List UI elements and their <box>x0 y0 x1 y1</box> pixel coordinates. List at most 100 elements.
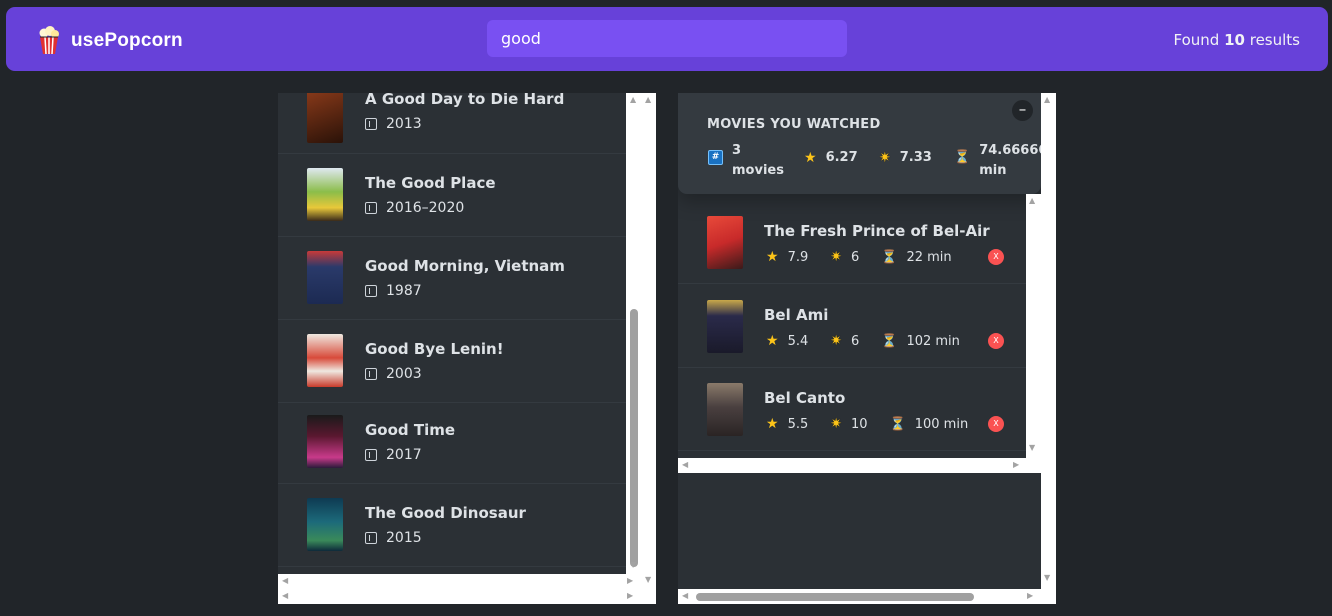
movie-poster <box>707 300 743 353</box>
scroll-right-icon[interactable]: ▶ <box>627 577 633 585</box>
runtime: ⏳ 102 min <box>881 333 960 349</box>
hourglass-icon: ⏳ <box>881 249 898 265</box>
scroll-up-icon[interactable]: ▲ <box>645 96 651 104</box>
list-item[interactable]: Good Bye Lenin! 2003 <box>278 320 626 403</box>
movie-title: Bel Ami <box>764 306 829 324</box>
box-h-scrollbar[interactable]: ◀ ▶ <box>278 589 656 604</box>
watched-item[interactable]: The Fresh Prince of Bel-Air ★ 7.9 ✷ 6 ⏳ 22 … <box>678 201 1026 284</box>
box-scrollbar[interactable]: ▼ <box>1041 194 1056 589</box>
watched-list-h-scrollbar[interactable]: ◀ ▶ <box>678 458 1041 473</box>
hourglass-icon: ⏳ <box>954 150 971 165</box>
movie-poster <box>307 498 343 551</box>
movie-poster <box>307 168 343 221</box>
movie-title: The Fresh Prince of Bel-Air <box>764 222 990 240</box>
star-icon: ★ <box>766 416 779 432</box>
scroll-left-icon[interactable]: ◀ <box>282 592 288 600</box>
glowing-star-icon: ✷ <box>830 249 842 265</box>
glowing-star-icon: ✷ <box>830 416 842 432</box>
movie-poster <box>307 251 343 304</box>
hash-icon: # <box>708 150 723 165</box>
delete-button[interactable]: X <box>988 416 1004 432</box>
list-item[interactable]: Good Time 2017 <box>278 401 626 484</box>
summary-title: MOVIES YOU WATCHED <box>707 117 881 132</box>
hourglass-icon: ⏳ <box>889 416 906 432</box>
list-item[interactable]: The Good Dinosaur 2015 <box>278 484 626 567</box>
scroll-down-icon[interactable]: ▼ <box>1029 444 1035 452</box>
scrollbar-thumb[interactable] <box>696 593 974 601</box>
list-h-scrollbar[interactable]: ◀ ▶ <box>278 574 642 589</box>
scroll-up-icon[interactable]: ▲ <box>1029 197 1035 205</box>
movie-poster <box>707 216 743 269</box>
scroll-right-icon[interactable]: ▶ <box>1027 592 1033 600</box>
movie-title: The Good Place <box>365 174 496 192</box>
movie-poster <box>307 93 343 143</box>
scroll-down-icon[interactable]: ▼ <box>1044 574 1050 582</box>
scroll-down-icon[interactable]: ▼ <box>645 576 651 584</box>
glowing-star-icon: ✷ <box>830 333 842 349</box>
calendar-icon <box>365 449 377 461</box>
scroll-down-icon[interactable]: ▼ <box>630 561 636 569</box>
scroll-up-icon[interactable]: ▲ <box>1044 96 1050 104</box>
scroll-left-icon[interactable]: ◀ <box>682 461 688 469</box>
movie-poster <box>307 334 343 387</box>
movie-title: Bel Canto <box>764 389 846 407</box>
scroll-up-icon[interactable]: ▲ <box>630 96 636 104</box>
movie-poster <box>707 383 743 436</box>
movie-year: 1987 <box>365 283 422 299</box>
watched-list-scrollbar[interactable]: ▲ ▼ <box>1026 194 1041 458</box>
stat-avg-user: ✷ 7.33 <box>879 150 932 166</box>
stat-avg-imdb: ★ 6.27 <box>804 150 858 166</box>
scroll-left-icon[interactable]: ◀ <box>282 577 288 585</box>
calendar-icon <box>365 202 377 214</box>
user-rating: ✷ 6 <box>830 249 860 265</box>
stat-movies-count: # 3 movies <box>708 141 784 181</box>
watched-box[interactable]: MOVIES YOU WATCHED # 3 movies ★ 6.27 ✷ 7.… <box>678 93 1056 604</box>
movie-title: Good Time <box>365 421 456 439</box>
logo: usePopcorn <box>36 26 183 56</box>
calendar-icon <box>365 532 377 544</box>
scrollbar-thumb[interactable] <box>630 309 638 567</box>
summary-scrollbar[interactable]: ▲ <box>1041 93 1056 194</box>
watched-item[interactable]: Bel Canto ★ 5.5 ✷ 10 ⏳ 100 min X <box>678 368 1026 451</box>
results-number: 10 <box>1224 31 1245 49</box>
calendar-icon <box>365 285 377 297</box>
delete-button[interactable]: X <box>988 333 1004 349</box>
box-h-scrollbar[interactable]: ◀ ▶ <box>678 589 1056 604</box>
box-scrollbar[interactable]: ▲ ▼ <box>642 93 656 589</box>
movie-stats: ★ 5.4 ✷ 6 ⏳ 102 min <box>766 333 982 349</box>
imdb-rating: ★ 7.9 <box>766 249 809 265</box>
search-input[interactable] <box>487 20 847 57</box>
calendar-icon <box>365 118 377 130</box>
movie-title: The Good Dinosaur <box>365 504 526 522</box>
list-item[interactable]: A Good Day to Die Hard 2013 <box>278 93 626 154</box>
hourglass-icon: ⏳ <box>881 333 898 349</box>
movie-year: 2015 <box>365 530 422 546</box>
app-name: usePopcorn <box>71 30 183 51</box>
calendar-icon <box>365 368 377 380</box>
toggle-box-button[interactable]: – <box>1012 100 1033 121</box>
watched-summary: MOVIES YOU WATCHED # 3 movies ★ 6.27 ✷ 7.… <box>678 93 1056 194</box>
movie-stats: ★ 5.5 ✷ 10 ⏳ 100 min <box>766 416 990 432</box>
list-item[interactable]: Good Morning, Vietnam 1987 <box>278 237 626 320</box>
star-icon: ★ <box>804 150 817 166</box>
imdb-rating: ★ 5.4 <box>766 333 809 349</box>
movie-year: 2016–2020 <box>365 200 464 216</box>
star-icon: ★ <box>766 249 779 265</box>
movie-poster <box>307 415 343 468</box>
list-item[interactable]: The Good Place 2016–2020 <box>278 154 626 237</box>
scroll-right-icon[interactable]: ▶ <box>1013 461 1019 469</box>
scroll-left-icon[interactable]: ◀ <box>682 592 688 600</box>
movie-title: Good Bye Lenin! <box>365 340 504 358</box>
user-rating: ✷ 6 <box>830 333 860 349</box>
list-scrollbar[interactable]: ▲ ▼ <box>626 93 642 574</box>
popcorn-icon <box>39 26 59 55</box>
delete-button[interactable]: X <box>988 249 1004 265</box>
glowing-star-icon: ✷ <box>879 150 891 166</box>
watched-item[interactable]: Bel Ami ★ 5.4 ✷ 6 ⏳ 102 min X <box>678 285 1026 368</box>
runtime: ⏳ 100 min <box>889 416 969 432</box>
search-results-box[interactable]: A Good Day to Die Hard 2013 The Good Pla… <box>278 93 656 604</box>
star-icon: ★ <box>766 333 779 349</box>
navbar: usePopcorn Found 10 results <box>6 7 1328 71</box>
scroll-right-icon[interactable]: ▶ <box>627 592 633 600</box>
results-count: Found 10 results <box>1173 31 1300 49</box>
